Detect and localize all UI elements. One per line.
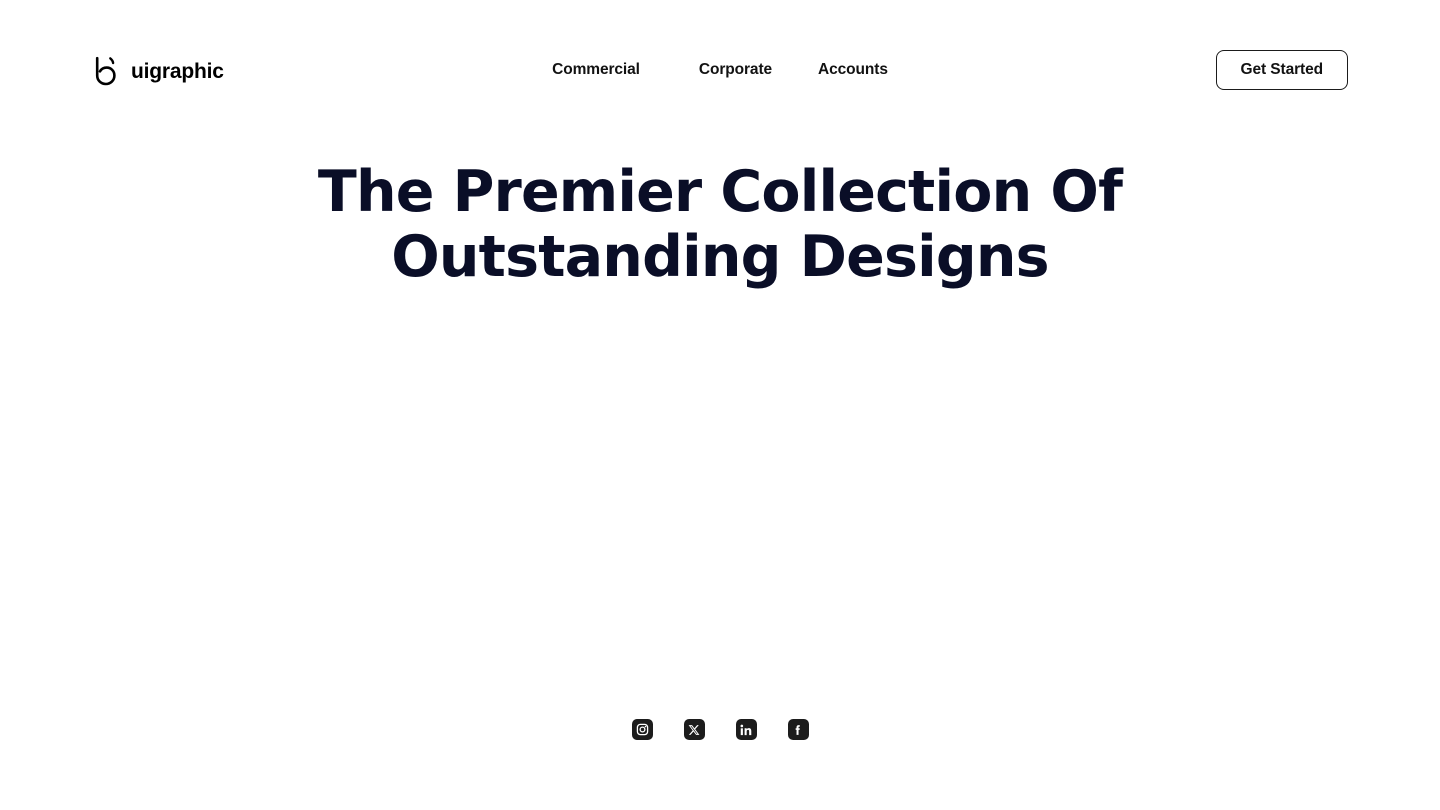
- landing-page: uigraphic Commercial Corporate Accounts …: [0, 0, 1440, 810]
- social-link-instagram[interactable]: [631, 719, 653, 740]
- linkedin-icon: [740, 724, 752, 736]
- uigraphic-logo-mark-icon: [92, 55, 122, 87]
- social-links: [0, 719, 1440, 740]
- nav-item-corporate[interactable]: Corporate: [699, 55, 772, 85]
- hero-title-line-2: Outstanding Designs: [391, 224, 1049, 290]
- social-link-x-twitter[interactable]: [683, 719, 705, 740]
- facebook-icon: [792, 724, 804, 736]
- site-header: uigraphic Commercial Corporate Accounts …: [0, 0, 1440, 140]
- hero-title-line-1: The Premier Collection Of: [317, 159, 1123, 225]
- instagram-icon: [636, 723, 649, 736]
- hero-section: The Premier Collection Of Outstanding De…: [0, 160, 1440, 290]
- x-twitter-icon: [688, 724, 700, 736]
- social-link-linkedin[interactable]: [735, 719, 757, 740]
- nav-item-commercial[interactable]: Commercial: [552, 55, 640, 85]
- brand-logo[interactable]: uigraphic: [92, 55, 224, 87]
- social-link-facebook[interactable]: [787, 719, 809, 740]
- nav-item-accounts[interactable]: Accounts: [818, 55, 888, 85]
- brand-name: uigraphic: [131, 59, 224, 83]
- page-title: The Premier Collection Of Outstanding De…: [0, 160, 1440, 290]
- get-started-button[interactable]: Get Started: [1215, 50, 1348, 90]
- main-nav: Commercial Corporate Accounts: [552, 55, 888, 85]
